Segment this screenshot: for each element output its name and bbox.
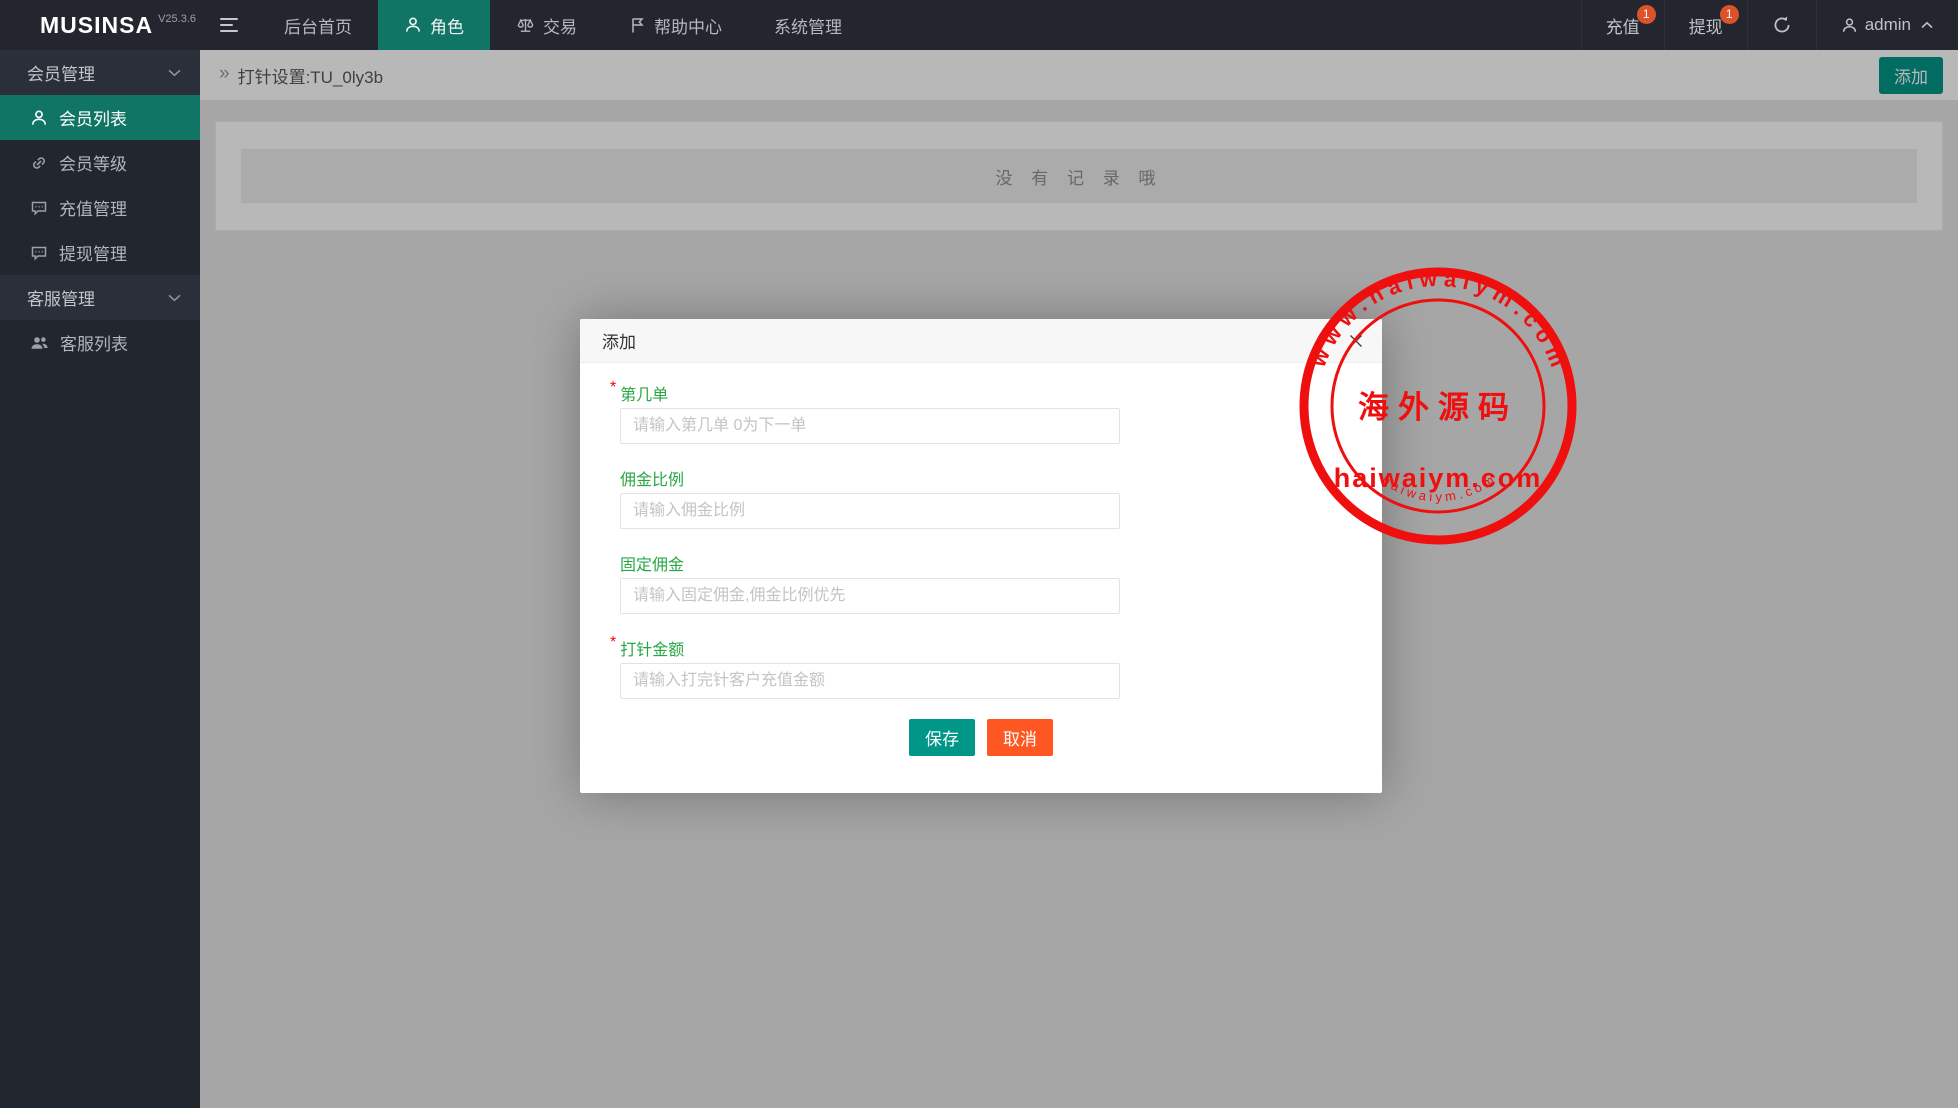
logo-area: MUSINSA V25.3.6 xyxy=(0,0,200,50)
item-label: 提现管理 xyxy=(59,240,127,265)
item-label: 会员等级 xyxy=(59,150,127,175)
comment-icon xyxy=(30,199,48,217)
dialog-buttons: 保存 取消 xyxy=(620,719,1342,756)
field-fixed-commission: 固定佣金 xyxy=(620,551,1342,614)
chevron-down-icon xyxy=(167,68,182,78)
field-order-number: * 第几单 xyxy=(620,381,1342,444)
dialog-title: 添加 xyxy=(602,328,636,353)
nav-item-roles[interactable]: 角色 xyxy=(378,0,490,50)
save-button[interactable]: 保存 xyxy=(909,719,975,756)
person-icon xyxy=(30,109,48,127)
commission-rate-input[interactable] xyxy=(620,493,1120,529)
recharge-badge: 1 xyxy=(1637,5,1656,24)
field-commission-rate: 佣金比例 xyxy=(620,466,1342,529)
nav-item-help-center[interactable]: 帮助中心 xyxy=(603,0,748,50)
field-injection-amount: * 打针金额 xyxy=(620,636,1342,699)
sidebar-item-withdraw-management[interactable]: 提现管理 xyxy=(0,230,200,275)
sidebar-group-member-management[interactable]: 会员管理 xyxy=(0,50,200,95)
withdraw-notice-button[interactable]: 提现 1 xyxy=(1664,0,1747,50)
topbar-right: 充值 1 提现 1 admin xyxy=(1581,0,1958,50)
sidebar: 会员管理 会员列表 会员等级 充值管理 提现管理 客服管理 xyxy=(0,50,200,1108)
app-logo: MUSINSA xyxy=(40,12,153,39)
nav-label: 帮助中心 xyxy=(654,13,722,38)
item-label: 充值管理 xyxy=(59,195,127,220)
sidebar-item-service-list[interactable]: 客服列表 xyxy=(0,320,200,365)
group-label: 会员管理 xyxy=(27,60,95,85)
nav-label: 后台首页 xyxy=(284,13,352,38)
sidebar-item-member-list[interactable]: 会员列表 xyxy=(0,95,200,140)
user-menu[interactable]: admin xyxy=(1816,0,1958,50)
sidebar-item-member-level[interactable]: 会员等级 xyxy=(0,140,200,185)
fixed-commission-input[interactable] xyxy=(620,578,1120,614)
withdraw-badge: 1 xyxy=(1720,5,1739,24)
top-navigation: 后台首页 角色 交易 帮助中心 系统管理 xyxy=(258,0,868,50)
dialog-header: 添加 xyxy=(580,319,1382,363)
field-label: 佣金比例 xyxy=(620,466,684,490)
group-label: 客服管理 xyxy=(27,285,95,310)
sidebar-item-recharge-management[interactable]: 充值管理 xyxy=(0,185,200,230)
withdraw-label: 提现 xyxy=(1689,13,1723,38)
required-asterisk: * xyxy=(610,379,616,397)
chevron-down-icon xyxy=(167,293,182,303)
required-asterisk: * xyxy=(610,634,616,652)
refresh-icon xyxy=(1772,15,1792,35)
field-label: 固定佣金 xyxy=(620,551,684,575)
item-label: 客服列表 xyxy=(60,330,128,355)
person-icon xyxy=(1841,17,1858,34)
order-number-input[interactable] xyxy=(620,408,1120,444)
item-label: 会员列表 xyxy=(59,105,127,130)
users-icon xyxy=(30,334,49,352)
person-icon xyxy=(404,16,422,34)
topbar: MUSINSA V25.3.6 后台首页 角色 交易 帮助中心 系统管 xyxy=(0,0,1958,50)
nav-item-dashboard[interactable]: 后台首页 xyxy=(258,0,378,50)
link-icon xyxy=(30,154,48,172)
flag-icon xyxy=(629,16,646,34)
recharge-notice-button[interactable]: 充值 1 xyxy=(1581,0,1664,50)
recharge-label: 充值 xyxy=(1606,13,1640,38)
nav-item-system[interactable]: 系统管理 xyxy=(748,0,868,50)
app-version: V25.3.6 xyxy=(158,13,196,25)
injection-amount-input[interactable] xyxy=(620,663,1120,699)
scales-icon xyxy=(516,16,535,34)
close-icon[interactable] xyxy=(1348,333,1364,349)
nav-item-trade[interactable]: 交易 xyxy=(490,0,603,50)
username: admin xyxy=(1865,15,1911,35)
nav-label: 交易 xyxy=(543,13,577,38)
comment-icon xyxy=(30,244,48,262)
hamburger-icon xyxy=(220,18,238,32)
nav-label: 角色 xyxy=(430,13,464,38)
chevron-up-icon xyxy=(1920,20,1934,30)
nav-label: 系统管理 xyxy=(774,13,842,38)
dialog-body: * 第几单 佣金比例 固定佣金 * 打针金额 保存 取消 xyxy=(580,363,1382,786)
field-label: 打针金额 xyxy=(620,636,684,660)
sidebar-group-service-management[interactable]: 客服管理 xyxy=(0,275,200,320)
field-label: 第几单 xyxy=(620,381,668,405)
add-dialog: 添加 * 第几单 佣金比例 固定佣金 * 打针金额 xyxy=(580,319,1382,793)
refresh-button[interactable] xyxy=(1747,0,1816,50)
menu-toggle-button[interactable] xyxy=(200,0,258,50)
cancel-button[interactable]: 取消 xyxy=(987,719,1053,756)
